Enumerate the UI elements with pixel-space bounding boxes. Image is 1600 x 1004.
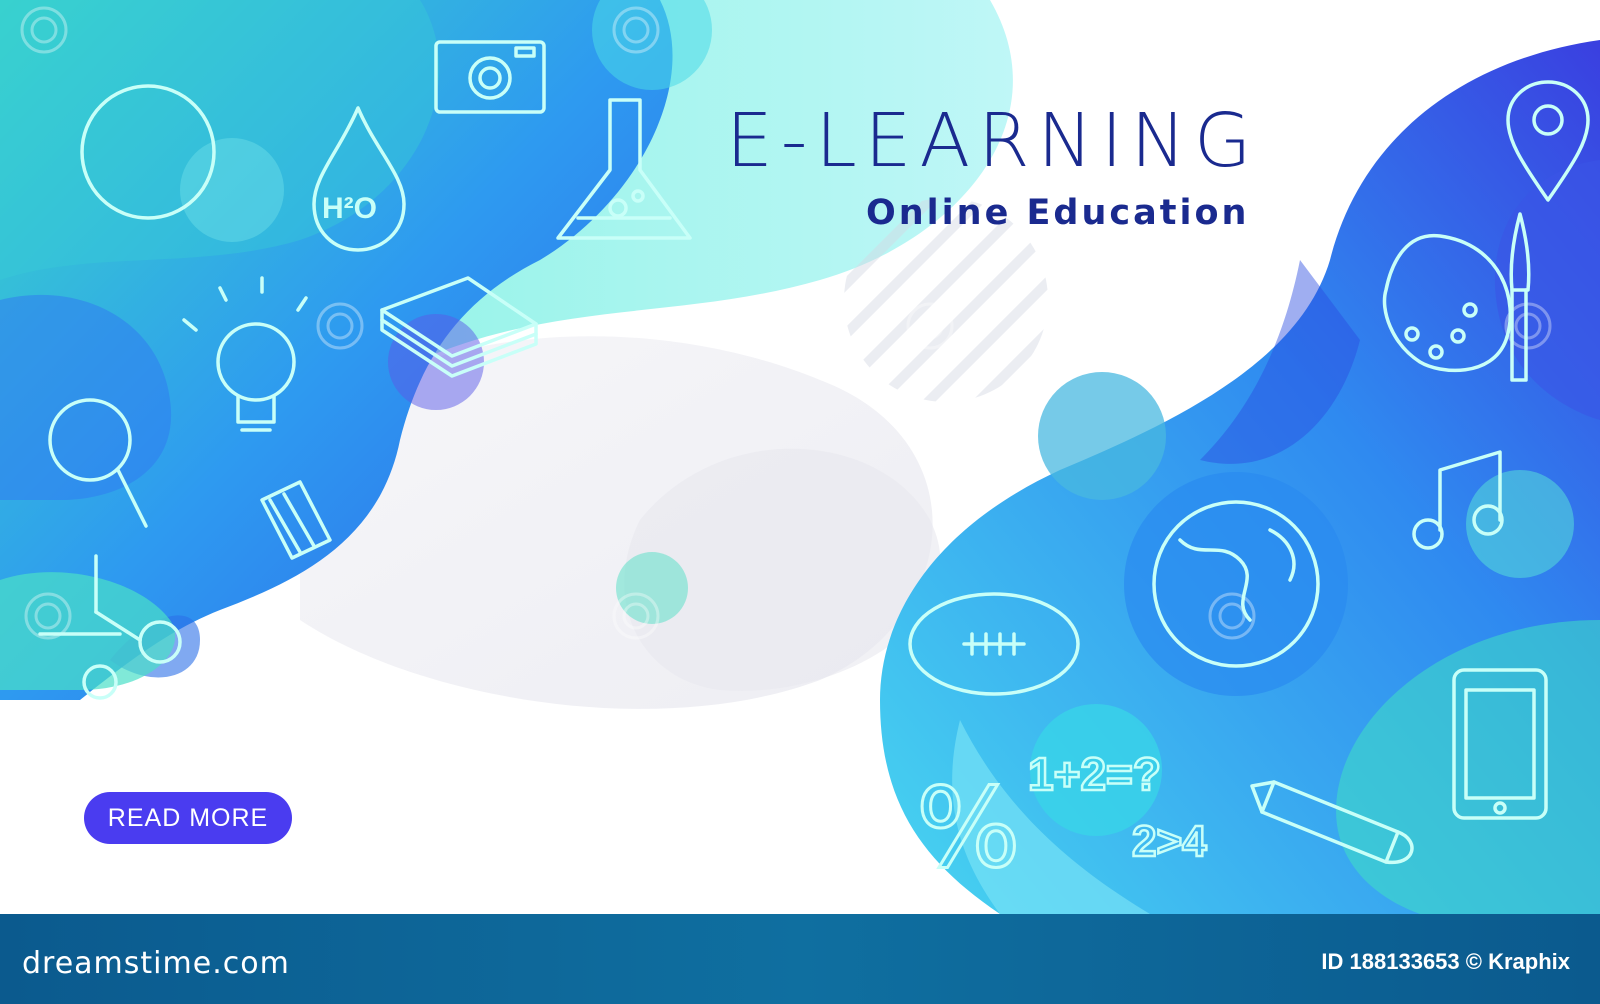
read-more-button[interactable]: READ MORE bbox=[84, 792, 292, 844]
page-title: E-LEARNING bbox=[726, 98, 1260, 184]
footer-credit: ID 188133653 © Kraphix bbox=[1321, 949, 1570, 974]
banner: H²O % 1+2=? 2>4 E-LEARNING Online Educat… bbox=[0, 0, 1600, 1004]
formula-text-2: 2>4 bbox=[1132, 817, 1207, 866]
percent-icon: % bbox=[916, 764, 1021, 892]
formula-text-1: 1+2=? bbox=[1028, 748, 1161, 800]
page-subtitle: Online Education bbox=[866, 193, 1250, 233]
footer-brand[interactable]: dreamstime.com bbox=[22, 946, 290, 981]
water-label: H²O bbox=[322, 192, 377, 225]
